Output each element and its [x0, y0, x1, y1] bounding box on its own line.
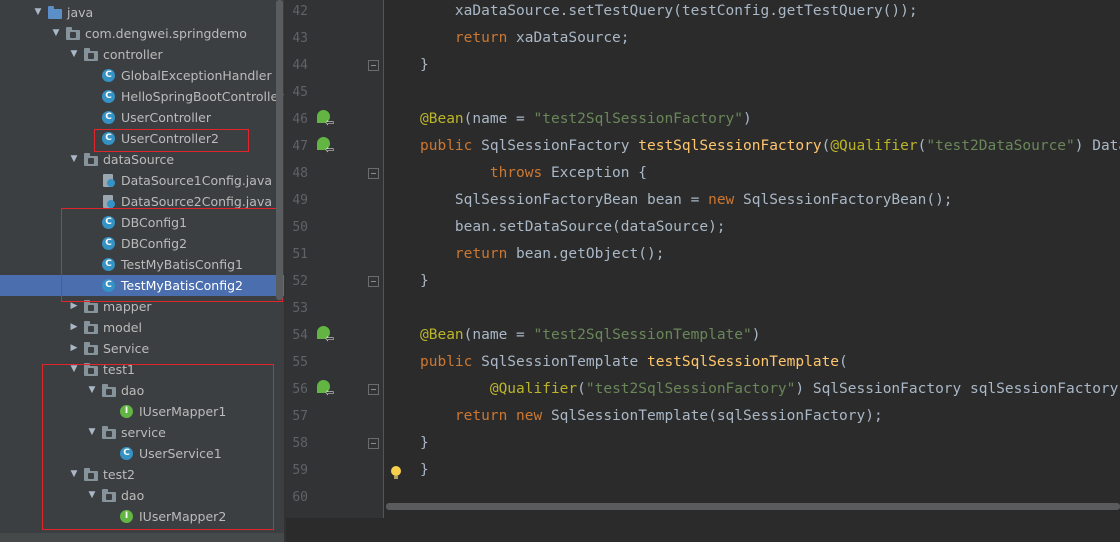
line-number: 58	[292, 436, 308, 451]
project-tree-panel[interactable]: ▼ java ▼ com.dengwei.springdemo ▼ controller C…	[0, 0, 284, 542]
fold-marker-icon[interactable]	[368, 276, 379, 287]
editor-bottom-area	[286, 518, 1120, 542]
tree-node[interactable]: C GlobalExceptionHandler	[0, 65, 284, 86]
package-icon	[84, 321, 98, 334]
code-line[interactable]: xaDataSource.setTestQuery(testConfig.get…	[420, 0, 918, 25]
line-number: 57	[292, 409, 308, 424]
tree-node-label: HelloSpringBootController	[121, 89, 284, 104]
highlight-box-usercontroller2	[94, 129, 249, 152]
spring-bean-gutter-icon[interactable]: ⇦	[317, 326, 335, 344]
tree-node-label: Service	[103, 341, 150, 356]
code-line[interactable]: }	[420, 52, 429, 79]
package-icon	[66, 27, 80, 40]
code-line[interactable]: SqlSessionFactoryBean bean = new SqlSess…	[420, 187, 953, 214]
tree-node[interactable]: C UserController	[0, 107, 284, 128]
tree-node[interactable]: ▼ dataSource	[0, 149, 284, 170]
tree-node[interactable]: ▼ com.dengwei.springdemo	[0, 23, 284, 44]
line-number: 54	[292, 328, 308, 343]
expand-arrow-icon[interactable]: ▼	[51, 23, 61, 44]
package-icon	[84, 342, 98, 355]
code-line[interactable]: throws Exception {	[420, 160, 647, 187]
tree-node-label: com.dengwei.springdemo	[85, 26, 247, 41]
tree-node[interactable]: DataSource1Config.java	[0, 170, 284, 191]
class-icon: C	[102, 90, 115, 103]
collapse-arrow-icon[interactable]: ▶	[69, 317, 79, 338]
tree-node-label: UserController	[121, 110, 211, 125]
tree-bottom-bar	[0, 533, 284, 542]
java-file-icon	[102, 195, 116, 208]
spring-bean-gutter-icon[interactable]: ⇦	[317, 380, 335, 398]
line-number: 43	[292, 31, 308, 46]
code-line[interactable]: return xaDataSource;	[420, 25, 630, 52]
tree-node[interactable]: ▼ controller	[0, 44, 284, 65]
fold-marker-icon[interactable]	[368, 60, 379, 71]
source-folder-icon	[48, 6, 62, 19]
class-icon: C	[102, 111, 115, 124]
line-number: 51	[292, 247, 308, 262]
code-line[interactable]: return new SqlSessionTemplate(sqlSession…	[420, 403, 883, 430]
line-number: 60	[292, 490, 308, 505]
line-number: 56	[292, 382, 308, 397]
code-line[interactable]: @Bean(name = "test2SqlSessionFactory")	[420, 106, 752, 133]
highlight-box-config-classes	[61, 208, 283, 302]
highlight-box-test-packages	[42, 364, 274, 530]
tree-node[interactable]: C HelloSpringBootController	[0, 86, 284, 107]
collapse-arrow-icon[interactable]: ▶	[69, 338, 79, 359]
gutter-separator	[383, 0, 384, 542]
line-number: 49	[292, 193, 308, 208]
line-number: 42	[292, 4, 308, 19]
expand-arrow-icon[interactable]: ▼	[69, 149, 79, 170]
line-number: 52	[292, 274, 308, 289]
fold-marker-icon[interactable]	[368, 438, 379, 449]
fold-marker-icon[interactable]	[368, 168, 379, 179]
code-line[interactable]: @Qualifier("test2SqlSessionFactory") Sql…	[420, 376, 1120, 403]
expand-arrow-icon[interactable]: ▼	[69, 44, 79, 65]
line-number: 50	[292, 220, 308, 235]
spring-bean-gutter-icon[interactable]: ⇦	[317, 110, 335, 128]
code-line[interactable]: public SqlSessionTemplate testSqlSession…	[420, 349, 848, 376]
line-number: 44	[292, 58, 308, 73]
class-icon: C	[102, 69, 115, 82]
code-line[interactable]: }	[420, 268, 429, 295]
tree-node[interactable]: ▼ java	[0, 2, 284, 23]
code-editor[interactable]: 42 xaDataSource.setTestQuery(testConfig.…	[286, 0, 1120, 542]
line-number: 53	[292, 301, 308, 316]
code-line[interactable]: }	[420, 430, 429, 457]
tree-node[interactable]: ▶ model	[0, 317, 284, 338]
horizontal-scrollbar[interactable]	[386, 503, 1120, 510]
expand-arrow-icon[interactable]: ▼	[33, 2, 43, 23]
code-line[interactable]: return bean.getObject();	[420, 241, 665, 268]
spring-bean-gutter-icon[interactable]: ⇦	[317, 137, 335, 155]
tree-node-label: DataSource1Config.java	[121, 173, 273, 188]
line-number: 46	[292, 112, 308, 127]
fold-marker-icon[interactable]	[368, 384, 379, 395]
tree-node-label: GlobalExceptionHandler	[121, 68, 272, 83]
code-line[interactable]: bean.setDataSource(dataSource);	[420, 214, 726, 241]
line-number: 45	[292, 85, 308, 100]
tree-node[interactable]: ▶ Service	[0, 338, 284, 359]
line-number: 47	[292, 139, 308, 154]
package-icon	[84, 48, 98, 61]
tree-node-label: java	[67, 5, 94, 20]
code-line[interactable]: public SqlSessionFactory testSqlSessionF…	[420, 133, 1120, 160]
line-number: 48	[292, 166, 308, 181]
java-file-icon	[102, 174, 116, 187]
package-icon	[84, 153, 98, 166]
tree-scrollbar[interactable]	[276, 0, 283, 300]
line-number: 55	[292, 355, 308, 370]
lightbulb-base	[394, 476, 398, 479]
tree-node-label: model	[103, 320, 142, 335]
code-line[interactable]: }	[420, 457, 429, 484]
code-line[interactable]: @Bean(name = "test2SqlSessionTemplate")	[420, 322, 760, 349]
tree-node-label: controller	[103, 47, 163, 62]
tree-node-label: dataSource	[103, 152, 175, 167]
lightbulb-icon[interactable]	[391, 466, 401, 476]
line-number: 59	[292, 463, 308, 478]
